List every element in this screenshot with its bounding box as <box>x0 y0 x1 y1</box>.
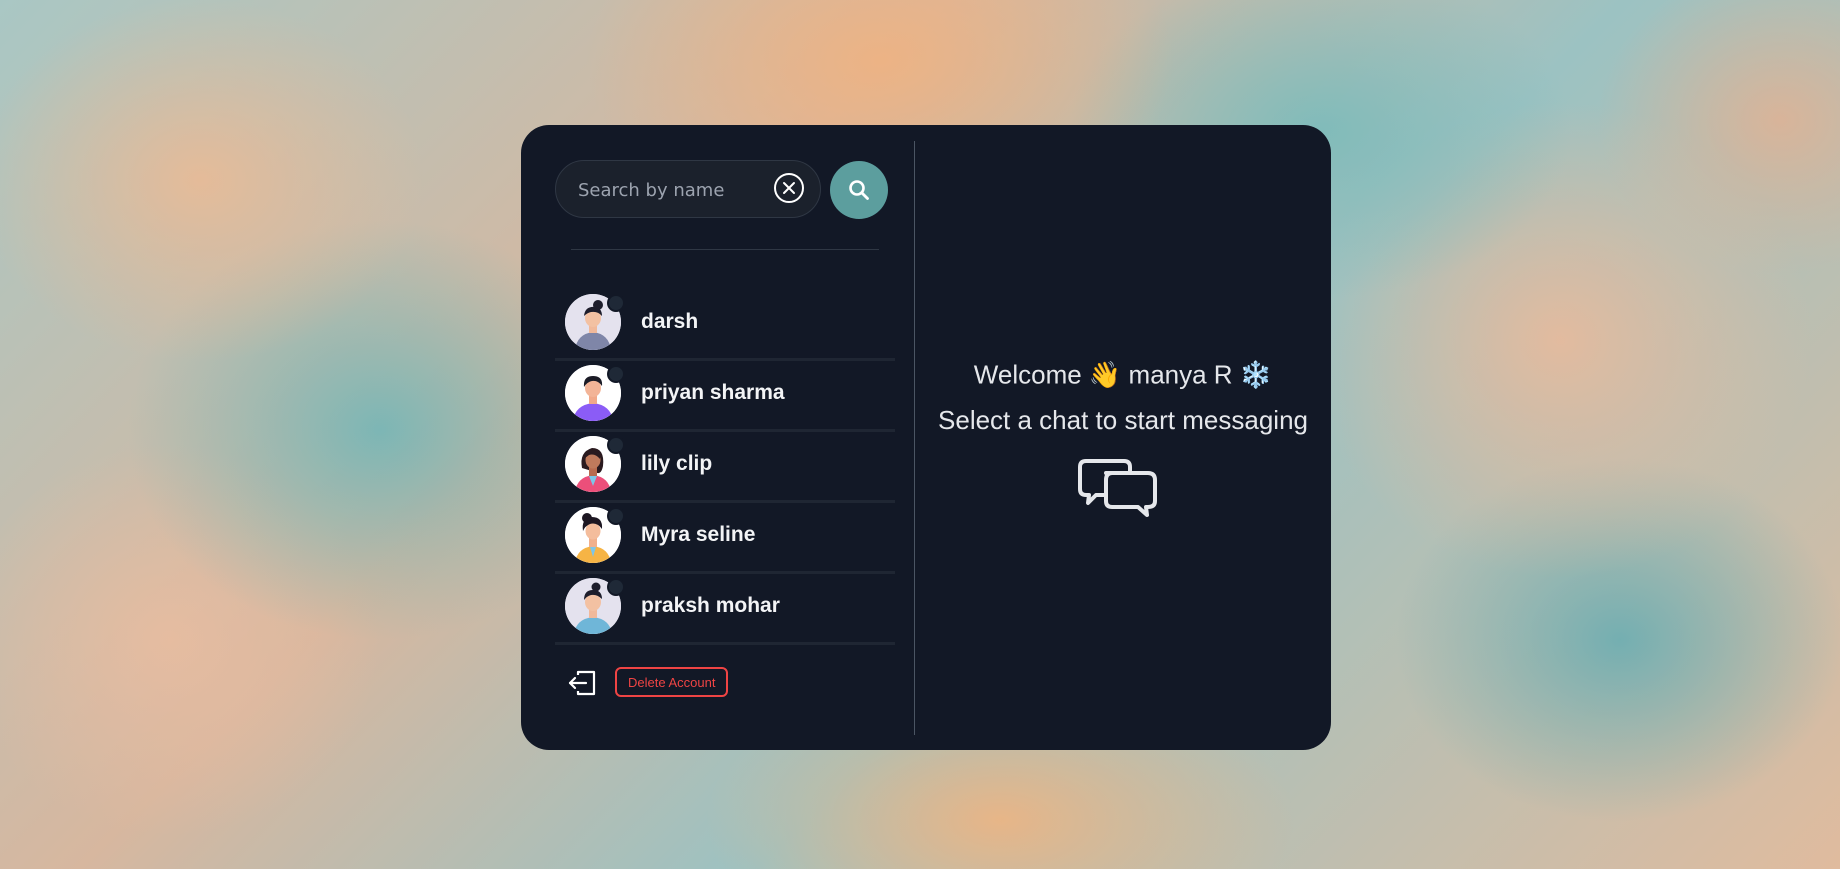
search-input[interactable] <box>576 175 770 205</box>
snowflake-emoji: ❄️ <box>1239 359 1273 390</box>
status-indicator <box>607 294 625 312</box>
search-button[interactable] <box>830 161 888 219</box>
conversation-name: lily clip <box>641 452 713 475</box>
conversation-item[interactable]: praksh mohar <box>555 574 895 645</box>
conversation-name: praksh mohar <box>641 594 780 617</box>
select-chat-prompt: Select a chat to start messaging <box>938 405 1308 435</box>
conversation-item[interactable]: priyan sharma <box>555 361 895 432</box>
delete-account-button[interactable]: Delete Account <box>615 667 729 697</box>
conversation-name: priyan sharma <box>641 381 785 404</box>
conversation-name: darsh <box>641 310 699 333</box>
close-circle-icon <box>783 182 795 194</box>
clear-search-button[interactable] <box>774 173 804 203</box>
status-indicator <box>607 578 625 596</box>
conversation-item[interactable]: Myra seline <box>555 503 895 574</box>
status-indicator <box>607 365 625 383</box>
sidebar: darsh priyan sharma <box>555 125 895 750</box>
welcome-greeting: Welcome <box>973 359 1082 390</box>
search-form <box>555 160 895 220</box>
chat-app-card: darsh priyan sharma <box>521 125 1331 750</box>
search-box <box>555 160 821 218</box>
conversation-item[interactable]: lily clip <box>555 432 895 503</box>
welcome-panel: Welcome 👋 manya R ❄️ Select a chat to st… <box>915 125 1331 750</box>
search-icon <box>849 180 869 200</box>
conversation-list: darsh priyan sharma lily clip Myra selin… <box>555 290 895 645</box>
wave-emoji: 👋 <box>1088 359 1122 390</box>
welcome-username: manya R <box>1128 359 1233 390</box>
sidebar-divider <box>571 249 879 250</box>
status-indicator <box>607 436 625 454</box>
logout-button[interactable] <box>567 669 597 697</box>
sidebar-footer: Delete Account <box>555 663 895 703</box>
chat-bubbles-icon <box>1078 459 1157 517</box>
conversation-name: Myra seline <box>641 523 756 546</box>
welcome-message: Welcome 👋 manya R ❄️ <box>915 358 1331 391</box>
logout-icon <box>568 670 596 696</box>
status-indicator <box>607 507 625 525</box>
conversation-item[interactable]: darsh <box>555 290 895 361</box>
